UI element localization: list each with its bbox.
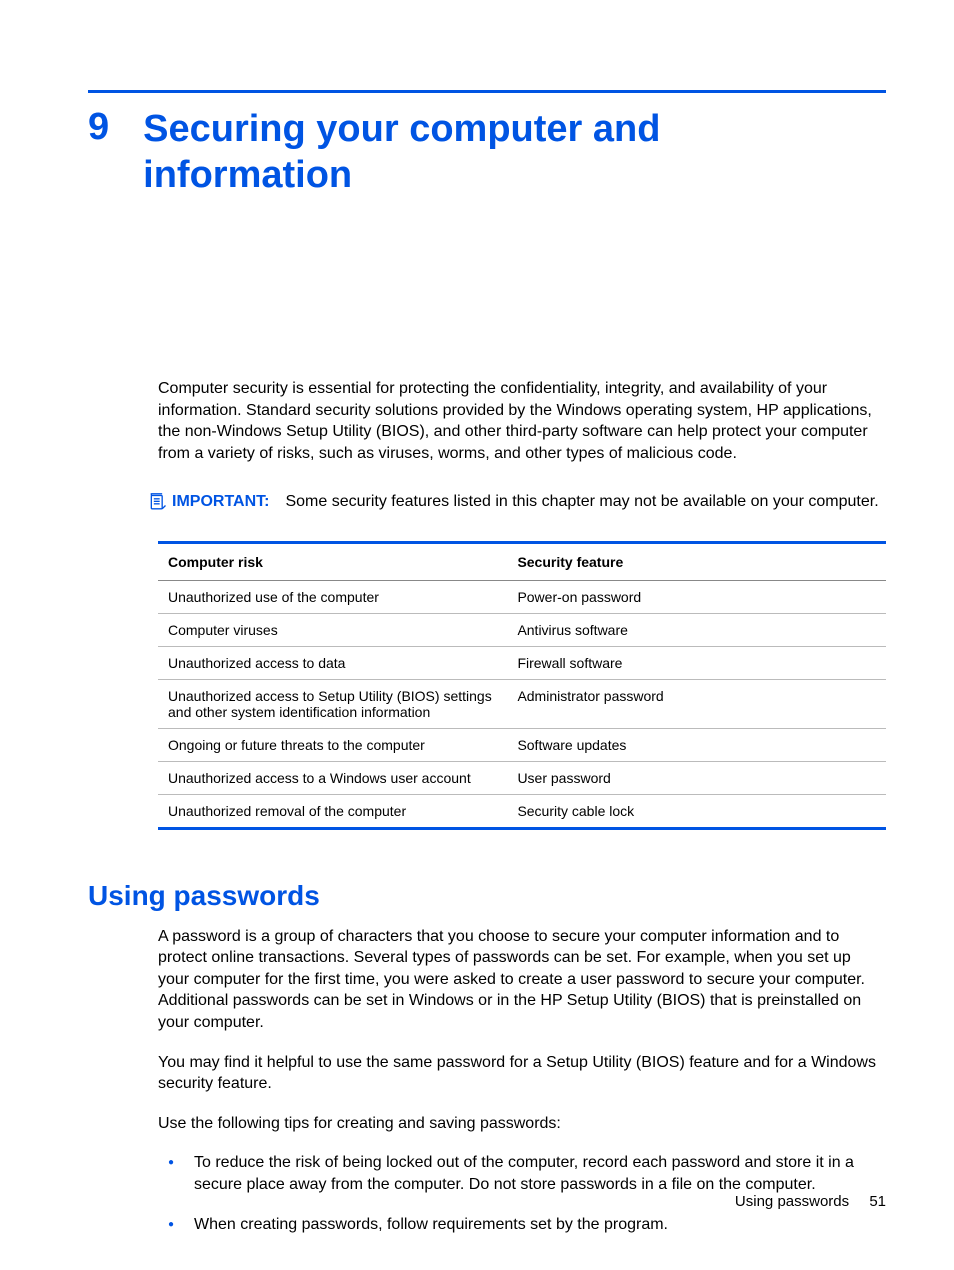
chapter-title: Securing your computer and information — [143, 107, 863, 198]
section-body: A password is a group of characters that… — [158, 926, 886, 1236]
cell-risk: Unauthorized access to data — [158, 646, 507, 679]
cell-risk: Unauthorized use of the computer — [158, 580, 507, 613]
cell-feature: Antivirus software — [507, 613, 886, 646]
section-p2: You may find it helpful to use the same … — [158, 1052, 886, 1095]
table-header-row: Computer risk Security feature — [158, 542, 886, 580]
table-row: Unauthorized use of the computer Power-o… — [158, 580, 886, 613]
note-label: IMPORTANT: — [172, 493, 269, 511]
cell-feature: Administrator password — [507, 679, 886, 728]
important-note: IMPORTANT: Some security features listed… — [148, 493, 886, 513]
intro-paragraph: Computer security is essential for prote… — [158, 378, 886, 464]
note-text: Some security features listed in this ch… — [285, 493, 878, 511]
cell-feature: Security cable lock — [507, 794, 886, 828]
footer-page-number: 51 — [869, 1193, 886, 1210]
security-table-wrap: Computer risk Security feature Unauthori… — [158, 541, 886, 830]
section-p1: A password is a group of characters that… — [158, 926, 886, 1034]
cell-risk: Unauthorized removal of the computer — [158, 794, 507, 828]
top-rule — [88, 90, 886, 93]
chapter-number: 9 — [88, 107, 109, 149]
table-row: Unauthorized access to a Windows user ac… — [158, 761, 886, 794]
intro-block: Computer security is essential for prote… — [158, 378, 886, 464]
cell-feature: Power-on password — [507, 580, 886, 613]
chapter-heading: 9 Securing your computer and information — [88, 107, 886, 198]
list-item: To reduce the risk of being locked out o… — [158, 1152, 886, 1195]
page: 9 Securing your computer and information… — [0, 0, 954, 1270]
cell-risk: Ongoing or future threats to the compute… — [158, 728, 507, 761]
cell-feature: User password — [507, 761, 886, 794]
table-row: Unauthorized access to Setup Utility (BI… — [158, 679, 886, 728]
table-row: Computer viruses Antivirus software — [158, 613, 886, 646]
cell-feature: Software updates — [507, 728, 886, 761]
table-row: Unauthorized access to data Firewall sof… — [158, 646, 886, 679]
section-title: Using passwords — [88, 880, 886, 912]
list-item: When creating passwords, follow requirem… — [158, 1214, 886, 1236]
cell-risk: Computer viruses — [158, 613, 507, 646]
cell-feature: Firewall software — [507, 646, 886, 679]
cell-risk: Unauthorized access to a Windows user ac… — [158, 761, 507, 794]
footer-label: Using passwords — [735, 1193, 849, 1210]
table-row: Unauthorized removal of the computer Sec… — [158, 794, 886, 828]
page-footer: Using passwords 51 — [735, 1193, 886, 1210]
section-p3: Use the following tips for creating and … — [158, 1113, 886, 1135]
note-icon — [148, 493, 168, 513]
table-row: Ongoing or future threats to the compute… — [158, 728, 886, 761]
header-feature: Security feature — [507, 542, 886, 580]
security-table: Computer risk Security feature Unauthori… — [158, 541, 886, 830]
cell-risk: Unauthorized access to Setup Utility (BI… — [158, 679, 507, 728]
header-risk: Computer risk — [158, 542, 507, 580]
